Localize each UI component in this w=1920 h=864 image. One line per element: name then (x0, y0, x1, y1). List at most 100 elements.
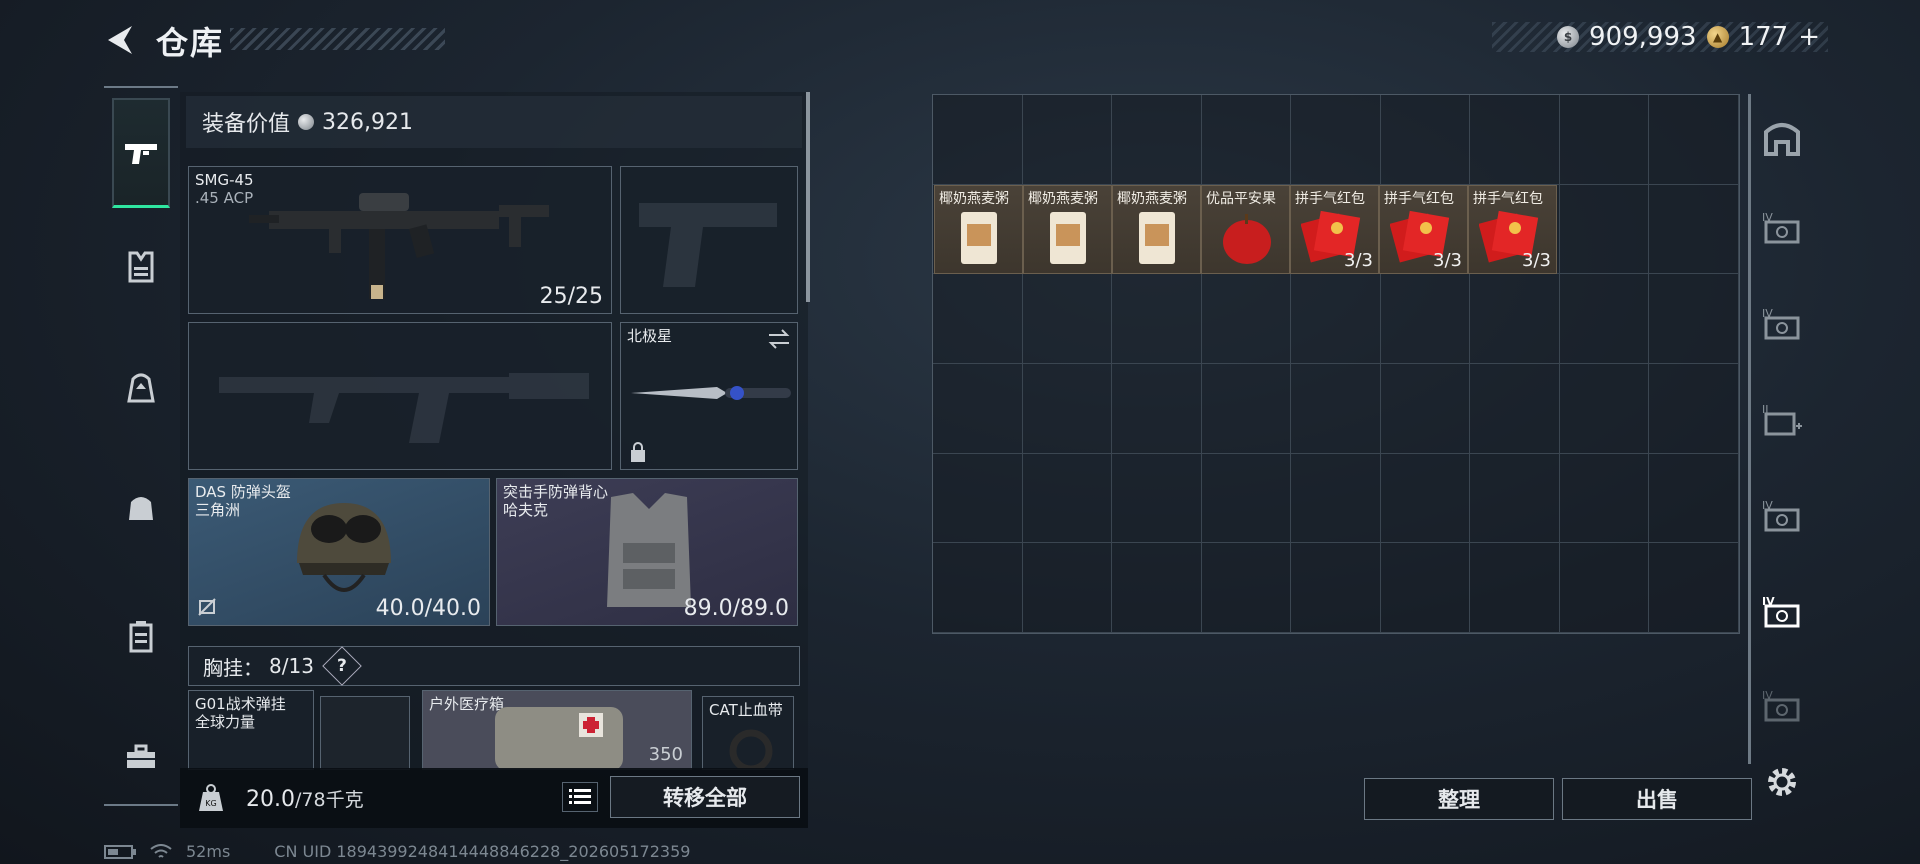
storage-cell[interactable] (1201, 95, 1292, 185)
storage-cell[interactable] (1201, 363, 1292, 454)
storage-cell[interactable] (1470, 274, 1560, 364)
melee-slot[interactable]: 北极星 (620, 322, 798, 470)
sell-button[interactable]: 出售 (1562, 778, 1752, 820)
storage-cell[interactable] (1649, 453, 1739, 544)
transfer-all-button[interactable]: 转移全部 (610, 776, 800, 818)
storage-cell[interactable] (1291, 95, 1381, 185)
storage-home-tab[interactable] (1760, 116, 1804, 160)
storage-cell[interactable] (1112, 453, 1202, 544)
storage-cell[interactable] (933, 453, 1023, 544)
case-tab-3[interactable]: II (1760, 398, 1804, 442)
storage-cell[interactable] (1559, 184, 1650, 275)
storage-item-red-envelope[interactable]: 拼手气红包 3/3 (1379, 185, 1468, 274)
storage-cell[interactable] (933, 543, 1023, 633)
gold-coin-icon: ▲ (1706, 26, 1729, 48)
storage-cell[interactable] (1470, 453, 1560, 544)
storage-cell[interactable] (1470, 95, 1560, 185)
storage-cell[interactable] (1022, 95, 1113, 185)
storage-cell[interactable] (1022, 274, 1113, 364)
case-iv-icon: IV (1762, 499, 1800, 532)
storage-cell[interactable] (1470, 363, 1560, 454)
storage-item-apple[interactable]: 优品平安果 (1201, 185, 1290, 274)
storage-cell[interactable] (1380, 543, 1471, 633)
storage-cell[interactable] (1022, 363, 1113, 454)
case-tab-6[interactable]: IV (1760, 684, 1804, 728)
storage-cell[interactable] (1201, 274, 1292, 364)
storage-cell[interactable] (1470, 543, 1560, 633)
storage-cell[interactable] (1559, 274, 1650, 364)
storage-cell[interactable] (1380, 453, 1471, 544)
storage-item-red-envelope[interactable]: 拼手气红包 3/3 (1290, 185, 1379, 274)
vest-slot[interactable]: 突击手防弹背心 哈夫克 89.0/89.0 (496, 478, 798, 626)
storage-item-oat-porridge[interactable]: 椰奶燕麦粥 (934, 185, 1023, 274)
storage-cell[interactable] (933, 274, 1023, 364)
storage-item-oat-porridge[interactable]: 椰奶燕麦粥 (1023, 185, 1112, 274)
sort-button[interactable]: 整理 (1364, 778, 1554, 820)
storage-cell[interactable] (1559, 453, 1650, 544)
nav-weapons[interactable] (112, 98, 170, 208)
storage-cell[interactable] (1291, 363, 1381, 454)
vest-image (607, 493, 691, 607)
ping-value: 52ms (186, 842, 231, 861)
rig-item-tourniquet[interactable]: CAT止血带 (702, 696, 794, 770)
storage-cell[interactable] (1112, 543, 1202, 633)
case-tab-4[interactable]: IV (1760, 494, 1804, 538)
case-tab-2[interactable]: IV (1760, 302, 1804, 346)
storage-cell[interactable] (1291, 453, 1381, 544)
storage-cell[interactable] (1201, 453, 1292, 544)
storage-cell[interactable] (1649, 184, 1739, 275)
helmet-slot[interactable]: DAS 防弹头盔 三角洲 40.0/40.0 (188, 478, 490, 626)
rifle-slot[interactable] (188, 322, 612, 470)
nav-bag[interactable] (112, 478, 170, 536)
storage-cell[interactable] (1559, 543, 1650, 633)
nav-armor[interactable] (112, 238, 170, 296)
swap-icon[interactable] (767, 329, 791, 349)
loadout-scrollbar[interactable] (806, 92, 810, 302)
storage-cell[interactable] (1559, 95, 1650, 185)
rig-item-medkit[interactable]: 户外医疗箱 350 (422, 690, 692, 770)
secondary-weapon-slot[interactable] (620, 166, 798, 314)
item-name: 椰奶燕麦粥 (939, 191, 1009, 207)
backpack-icon (127, 373, 155, 403)
case-tab-5-active[interactable]: IV (1760, 590, 1804, 634)
storage-cell[interactable] (1291, 543, 1381, 633)
storage-cell[interactable] (1112, 363, 1202, 454)
storage-cell[interactable] (1022, 453, 1113, 544)
storage-cell[interactable] (1380, 274, 1471, 364)
tourniquet-image (729, 729, 773, 769)
armor-vest-icon (128, 251, 154, 283)
storage-cell[interactable] (933, 95, 1023, 185)
storage-cell[interactable] (1112, 274, 1202, 364)
storage-cell[interactable] (1649, 95, 1739, 185)
nav-toolbox[interactable] (112, 728, 170, 786)
storage-cell[interactable] (1649, 363, 1739, 454)
back-button[interactable] (100, 20, 140, 60)
storage-cell[interactable] (1649, 543, 1739, 633)
list-view-button[interactable] (562, 782, 598, 812)
case-tab-1[interactable]: IV (1760, 206, 1804, 250)
rig-help-button[interactable]: ? (322, 646, 362, 686)
gold-add-button[interactable]: + (1798, 22, 1820, 52)
storage-cell[interactable] (1291, 274, 1381, 364)
helmet-brand: 三角洲 (195, 501, 241, 519)
storage-item-red-envelope[interactable]: 拼手气红包 3/3 (1468, 185, 1557, 274)
medkit-image (495, 707, 623, 769)
primary-weapon-slot[interactable]: SMG-45 .45 ACP 25/25 (188, 166, 612, 314)
storage-cell[interactable] (1112, 95, 1202, 185)
storage-cell[interactable] (1649, 274, 1739, 364)
rig-item-g01[interactable]: G01战术弹挂 全球力量 (188, 690, 314, 770)
storage-cell[interactable] (1380, 95, 1471, 185)
case-iv-icon: IV (1762, 689, 1800, 722)
storage-item-oat-porridge[interactable]: 椰奶燕麦粥 (1112, 185, 1201, 274)
storage-cell[interactable] (1380, 363, 1471, 454)
nav-backpack[interactable] (112, 358, 170, 416)
storage-cell[interactable] (1559, 363, 1650, 454)
gear-icon (1768, 768, 1796, 796)
nav-locker[interactable] (112, 608, 170, 666)
storage-cell[interactable] (1201, 543, 1292, 633)
rig-item-value: 350 (648, 744, 683, 765)
rig-empty-slot[interactable] (320, 696, 410, 770)
storage-cell[interactable] (1022, 543, 1113, 633)
storage-cell[interactable] (933, 363, 1023, 454)
settings-button[interactable] (1760, 760, 1804, 804)
